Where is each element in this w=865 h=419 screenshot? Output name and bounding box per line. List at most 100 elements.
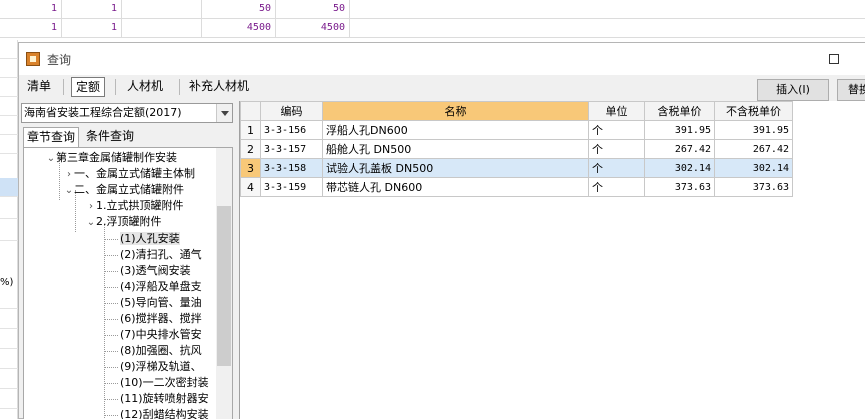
bg-grid-cell <box>0 310 18 329</box>
cell-unit: 个 <box>588 139 645 159</box>
column-header-price-tax[interactable]: 含税单价 <box>644 101 715 121</box>
tree-guide-line <box>104 399 118 400</box>
cell-price-tax: 391.95 <box>644 120 715 140</box>
cell-name: 浮船人孔DN600 <box>322 120 589 140</box>
tree-item-accessories[interactable]: ⌄二、金属立式储罐附件 <box>64 182 184 198</box>
bg-grid-cell <box>0 116 18 135</box>
column-header-price-notax[interactable]: 不含税单价 <box>714 101 793 121</box>
cell-price-tax: 302.14 <box>644 158 715 178</box>
table-row[interactable]: 1 3-3-156 浮船人孔DN600 个 391.95 391.95 <box>240 120 793 140</box>
tree-item-label: (9)浮梯及轨道、 <box>120 360 202 373</box>
tree-item-manhole[interactable]: (1)人孔安装 <box>120 231 180 247</box>
cell-code: 3-3-158 <box>260 158 323 178</box>
cell-price-notax: 302.14 <box>714 158 793 178</box>
bg-cell: 50 <box>276 0 350 19</box>
quota-library-select[interactable]: 海南省安装工程综合定额(2017) <box>21 103 233 123</box>
chevron-down-icon[interactable]: ⌄ <box>64 183 74 199</box>
row-index: 4 <box>240 177 261 197</box>
chevron-right-icon[interactable]: › <box>64 167 74 183</box>
tree-item[interactable]: (12)刮蜡结构安装 <box>120 407 209 419</box>
chapter-tree: ⌄第三章金属储罐制作安装 › 一、金属立式储罐主体制 ⌄二、金属立式储罐附件 › 1… <box>23 147 233 419</box>
chevron-right-icon[interactable]: › <box>86 199 96 215</box>
tree-item-label: 1.立式拱顶罐附件 <box>96 199 184 212</box>
row-index: 2 <box>240 139 261 159</box>
table-row-selected[interactable]: 3 3-3-158 试验人孔盖板 DN500 个 302.14 302.14 <box>240 158 793 178</box>
tab-quota[interactable]: 定额 <box>71 77 106 97</box>
tree-guide-line <box>104 224 105 419</box>
cell-name: 试验人孔盖板 DN500 <box>322 158 589 178</box>
cell-price-notax: 391.95 <box>714 120 793 140</box>
tab-bill[interactable]: 清单 <box>23 77 55 97</box>
tree-item[interactable]: (2)清扫孔、通气 <box>120 247 202 263</box>
tree-item[interactable]: (8)加强圈、抗风 <box>120 343 202 359</box>
chevron-down-icon[interactable]: ⌄ <box>86 215 96 231</box>
tab-supplement-labor-material-machine[interactable]: 补充人材机 <box>185 77 253 97</box>
table-row[interactable]: 4 3-3-159 带芯链人孔 DN600 个 373.63 373.63 <box>240 177 793 197</box>
bg-grid-cell <box>0 40 18 59</box>
quota-library-value: 海南省安装工程综合定额(2017) <box>24 106 182 119</box>
table-row[interactable]: 2 3-3-157 船舱人孔 DN500 个 267.42 267.42 <box>240 139 793 159</box>
tree-item[interactable]: (9)浮梯及轨道、 <box>120 359 202 375</box>
tree-item-chapter3[interactable]: ⌄第三章金属储罐制作安装 <box>46 150 177 166</box>
chevron-down-icon[interactable]: ⌄ <box>46 151 56 167</box>
tree-item-label: (8)加强圈、抗风 <box>120 344 202 357</box>
bg-cell: 1 <box>0 19 62 38</box>
bg-cell: 50 <box>202 0 276 19</box>
row-index: 3 <box>240 158 261 178</box>
chevron-down-icon[interactable] <box>216 104 232 122</box>
tree-item[interactable]: (3)透气阀安装 <box>120 263 191 279</box>
bg-grid-cell <box>0 290 18 309</box>
cell-unit: 个 <box>588 177 645 197</box>
tree-guide-line <box>104 367 118 368</box>
bg-grid-cell <box>0 200 18 219</box>
cell-name: 船舱人孔 DN500 <box>322 139 589 159</box>
cell-price-notax: 373.63 <box>714 177 793 197</box>
insert-button[interactable]: 插入(I) <box>757 79 829 101</box>
quota-table: 编码 名称 单位 含税单价 不含税单价 1 3-3-156 浮船人孔DN600 … <box>240 101 793 197</box>
cell-code: 3-3-157 <box>260 139 323 159</box>
tree-item[interactable]: (4)浮船及单盘支 <box>120 279 202 295</box>
tree-item[interactable]: (11)旋转喷射器安 <box>120 391 209 407</box>
tree-scrollbar[interactable] <box>216 148 232 419</box>
query-tabbar: 清单 定额 人材机 补充人材机 <box>19 75 865 99</box>
tree-item-floating-roof[interactable]: ⌄2.浮顶罐附件 <box>86 214 162 230</box>
tree-item[interactable]: (6)搅拌器、搅拌 <box>120 311 202 327</box>
tab-chapter-query[interactable]: 章节查询 <box>23 127 80 147</box>
bg-row: 1 1 4500 4500 <box>0 19 865 38</box>
tree-item[interactable]: (7)中央排水管安 <box>120 327 202 343</box>
bg-grid-cell <box>0 330 18 349</box>
tree-guide-line <box>104 383 118 384</box>
tree-item-label: (11)旋转喷射器安 <box>120 392 209 405</box>
tree-guide-line <box>104 303 118 304</box>
cell-unit: 个 <box>588 158 645 178</box>
replace-button[interactable]: 替换 <box>837 79 865 101</box>
bg-grid-cell <box>0 97 18 116</box>
tree-item-dome-roof[interactable]: › 1.立式拱顶罐附件 <box>86 198 184 214</box>
tab-condition-query[interactable]: 条件查询 <box>83 127 137 147</box>
bg-grid-cell <box>0 370 18 389</box>
column-header-name[interactable]: 名称 <box>322 101 589 121</box>
tree-item[interactable]: (10)一二次密封装 <box>120 375 209 391</box>
bg-side-text: %) <box>0 277 14 288</box>
table-header-row: 编码 名称 单位 含税单价 不含税单价 <box>240 101 793 121</box>
cell-price-tax: 373.63 <box>644 177 715 197</box>
tree-item-main-body[interactable]: › 一、金属立式储罐主体制 <box>64 166 195 182</box>
dialog-titlebar[interactable]: 查询 <box>19 43 865 75</box>
maximize-icon[interactable] <box>829 54 839 64</box>
tree-guide-line <box>104 239 118 240</box>
tree-item-label: (3)透气阀安装 <box>120 264 191 277</box>
bg-cell: 4500 <box>202 19 276 38</box>
bg-grid-cell <box>0 350 18 369</box>
tree-item-label: (2)清扫孔、通气 <box>120 248 202 261</box>
column-header-index <box>240 101 261 121</box>
bg-grid-cell <box>0 59 18 78</box>
tree-item-label: (12)刮蜡结构安装 <box>120 408 209 419</box>
tab-labor-material-machine[interactable]: 人材机 <box>123 77 167 97</box>
tree-guide-line <box>104 271 118 272</box>
bg-left-strip <box>0 40 18 419</box>
tree-item[interactable]: (5)导向管、量油 <box>120 295 202 311</box>
tree-scrollbar-thumb[interactable] <box>217 206 231 366</box>
tree-item-label: (1)人孔安装 <box>120 232 180 245</box>
column-header-code[interactable]: 编码 <box>260 101 323 121</box>
column-header-unit[interactable]: 单位 <box>588 101 645 121</box>
